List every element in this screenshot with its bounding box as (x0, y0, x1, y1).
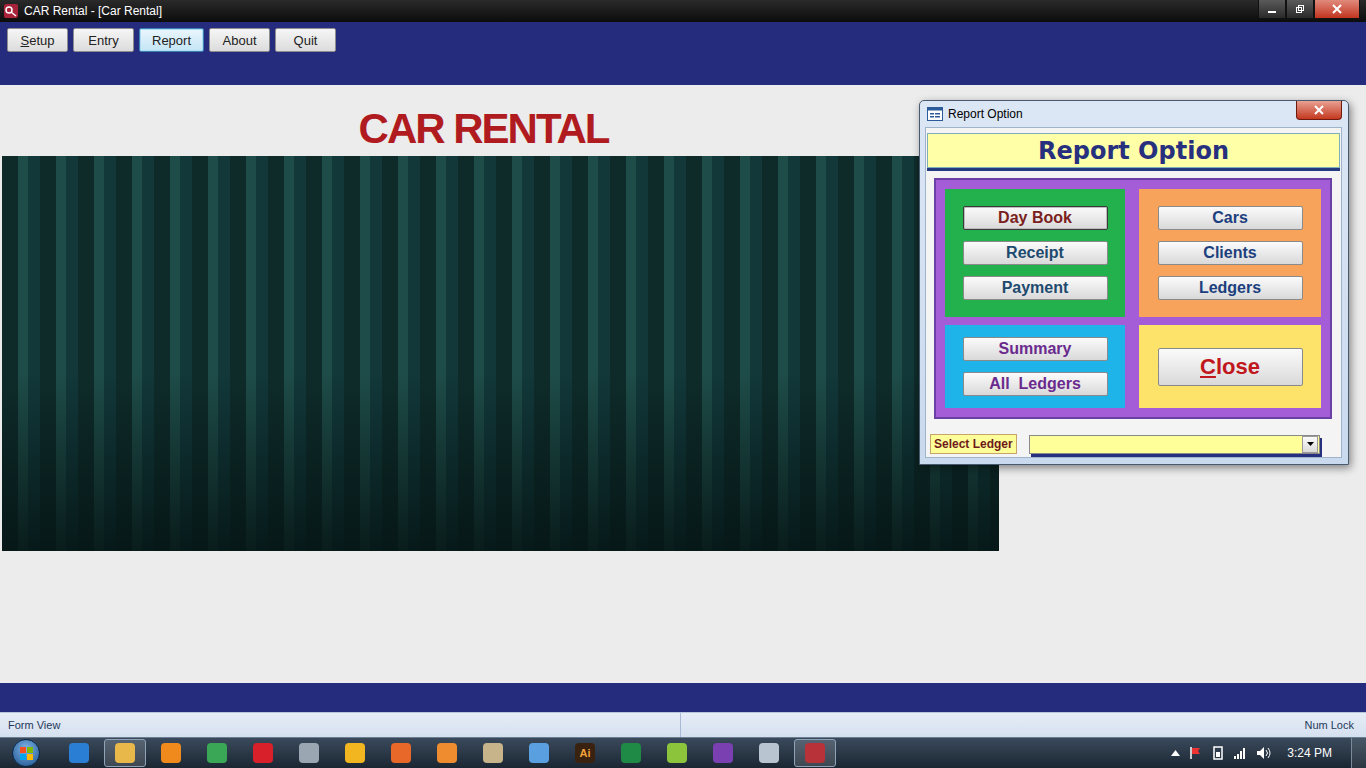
taskbar-app[interactable] (380, 739, 422, 767)
system-tray: 3:24 PM (1171, 738, 1366, 768)
app-icon (621, 743, 641, 763)
app-icon (391, 743, 411, 763)
menu-button[interactable]: About (209, 28, 270, 52)
ledger-select-row: Select Ledger (930, 434, 1320, 454)
dialog-body: Report OptionDay BookReceiptPaymentCarsC… (925, 127, 1342, 458)
report-button[interactable]: Ledgers (1158, 276, 1303, 300)
button-group: Summary All Ledgers (945, 325, 1125, 408)
volume-icon[interactable] (1256, 746, 1272, 760)
taskbar-app[interactable] (702, 739, 744, 767)
menu-button[interactable]: Entry (73, 28, 134, 52)
taskbar-app[interactable] (748, 739, 790, 767)
status-keys: Num Lock (681, 719, 1366, 731)
menu-bar: SetupEntryReportAboutQuit (0, 22, 1366, 85)
dialog-title-bar: Report Option (920, 101, 1348, 127)
app-icon (713, 743, 733, 763)
report-button[interactable]: Day Book (963, 206, 1108, 230)
window-title: CAR Rental - [Car Rental] (24, 4, 1258, 18)
key-icon (4, 4, 18, 18)
taskbar-app[interactable] (150, 739, 192, 767)
report-option-dialog: Report Option Report Option Day Book Receip… (919, 100, 1349, 465)
taskbar-app[interactable] (196, 739, 238, 767)
app-icon (161, 743, 181, 763)
minimize-icon (1267, 4, 1277, 14)
button-group: Cars Clients Ledgers (1139, 189, 1321, 317)
report-button[interactable]: Receipt (963, 241, 1108, 265)
restore-button[interactable] (1286, 0, 1314, 19)
taskbar-app[interactable] (58, 739, 100, 767)
close-icon (1332, 4, 1342, 14)
taskbar-app[interactable] (334, 739, 376, 767)
taskbar-app[interactable] (288, 739, 330, 767)
report-button[interactable]: Cars (1158, 206, 1303, 230)
window-controls (1258, 0, 1360, 19)
show-hidden-icon[interactable] (1171, 750, 1180, 756)
footer-band (0, 683, 1366, 712)
report-button[interactable]: Summary (963, 337, 1108, 361)
taskbar-app[interactable] (472, 739, 514, 767)
taskbar-app[interactable] (794, 739, 836, 767)
app-icon (345, 743, 365, 763)
title-bar: CAR Rental - [Car Rental] (0, 0, 1366, 22)
desktop: CAR Rental - [Car Rental]SetupEntryRepor… (0, 0, 1366, 768)
dropdown-icon (1307, 442, 1314, 446)
menu-button[interactable]: Quit (275, 28, 336, 52)
windows-icon (12, 739, 40, 767)
button-group: Close (1139, 325, 1321, 408)
start-button[interactable] (0, 738, 52, 768)
status-bar: Form ViewNum Lock (0, 712, 1366, 737)
taskbar: Ai 3:24 PM (0, 737, 1366, 768)
app-icon (483, 743, 503, 763)
app-icon (69, 743, 89, 763)
battery-icon[interactable] (1212, 746, 1224, 760)
heading: CAR RENTAL (2, 85, 999, 156)
taskbar-app[interactable] (610, 739, 652, 767)
report-button[interactable]: Clients (1158, 241, 1303, 265)
taskbar-apps: Ai (58, 739, 836, 767)
close-icon (1314, 105, 1324, 115)
button-group: Day Book Receipt Payment (945, 189, 1125, 317)
dropdown-button[interactable] (1302, 436, 1318, 453)
menu-button[interactable]: Report (139, 28, 204, 52)
app-icon (759, 743, 779, 763)
status-mode: Form View (0, 713, 681, 737)
app-icon (529, 743, 549, 763)
app-icon: Ai (575, 743, 595, 763)
restore-icon (1295, 4, 1305, 14)
select-ledger-label: Select Ledger (930, 434, 1017, 454)
report-button[interactable]: All Ledgers (963, 372, 1108, 396)
taskbar-app[interactable] (242, 739, 284, 767)
app-icon (299, 743, 319, 763)
ledger-combo[interactable] (1029, 435, 1320, 454)
form-icon (927, 107, 943, 121)
close-window-button[interactable] (1314, 0, 1360, 19)
app-icon (115, 743, 135, 763)
network-icon[interactable] (1233, 746, 1247, 760)
taskbar-app[interactable] (656, 739, 698, 767)
menu-button[interactable]: Setup (7, 28, 68, 52)
taskbar-app[interactable]: Ai (564, 739, 606, 767)
report-button[interactable]: Close (1158, 348, 1303, 386)
report-button[interactable]: Payment (963, 276, 1108, 300)
action-center-icon[interactable] (1189, 746, 1203, 760)
dialog-title: Report Option (948, 107, 1296, 121)
button-groups: Day Book Receipt Payment Cars Clients Ledgers… (934, 178, 1332, 419)
minimize-button[interactable] (1258, 0, 1286, 19)
app-icon (437, 743, 457, 763)
show-desktop-button[interactable] (1351, 738, 1366, 768)
app-icon (805, 743, 825, 763)
taskbar-app[interactable] (518, 739, 560, 767)
taskbar-app[interactable] (426, 739, 468, 767)
app-icon (667, 743, 687, 763)
app-icon (207, 743, 227, 763)
dialog-close-button[interactable] (1296, 101, 1342, 120)
dialog-header: Report Option (927, 133, 1340, 168)
banner-photo (2, 156, 999, 551)
clock[interactable]: 3:24 PM (1281, 746, 1342, 760)
taskbar-app[interactable] (104, 739, 146, 767)
app-icon (253, 743, 273, 763)
